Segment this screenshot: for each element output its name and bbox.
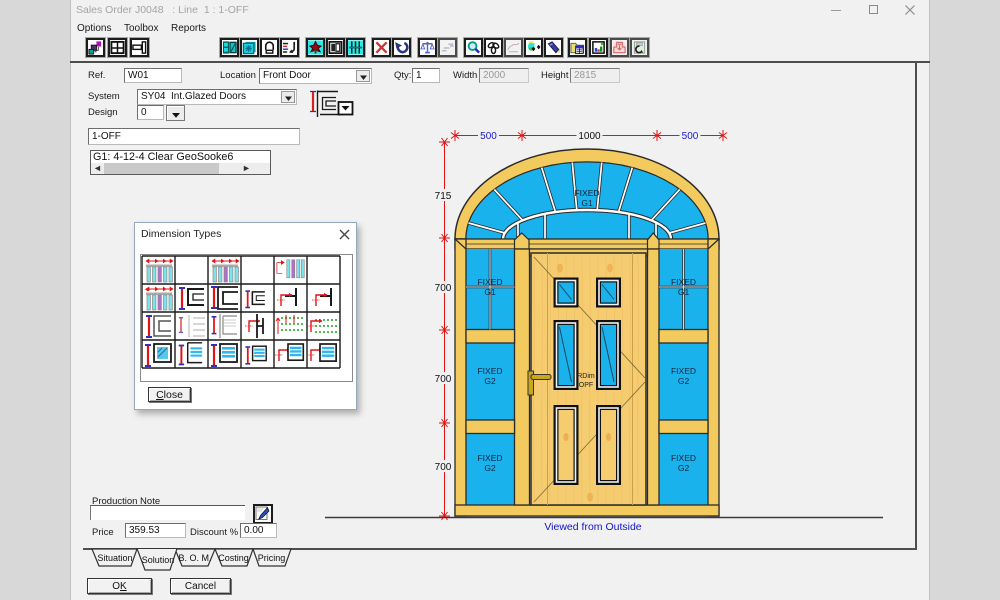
svg-text:715: 715	[435, 191, 452, 202]
svg-text:FIXED: FIXED	[671, 366, 696, 376]
svg-text:FIXED: FIXED	[477, 277, 502, 287]
svg-text:700: 700	[435, 374, 452, 385]
svg-text:RDim: RDim	[577, 373, 595, 380]
svg-text:OPF: OPF	[579, 382, 593, 389]
svg-text:G1: G1	[678, 287, 690, 297]
svg-text:Situation: Situation	[97, 553, 132, 563]
svg-text:G2: G2	[484, 376, 496, 386]
svg-text:FIXED: FIXED	[574, 188, 599, 198]
svg-text:700: 700	[435, 283, 452, 294]
svg-text:FIXED: FIXED	[477, 366, 502, 376]
svg-text:FIXED: FIXED	[477, 453, 502, 463]
svg-text:FIXED: FIXED	[671, 277, 696, 287]
svg-text:500: 500	[480, 131, 497, 142]
svg-text:G2: G2	[678, 463, 690, 473]
svg-text:1000: 1000	[578, 131, 601, 142]
svg-text:700: 700	[435, 462, 452, 473]
svg-text:Viewed from Outside: Viewed from Outside	[544, 521, 641, 533]
svg-text:G2: G2	[484, 463, 496, 473]
svg-text:G2: G2	[678, 376, 690, 386]
svg-text:G1: G1	[581, 198, 593, 208]
svg-text:Costing: Costing	[218, 553, 249, 563]
svg-text:Pricing: Pricing	[258, 553, 286, 563]
svg-text:Solution: Solution	[142, 555, 175, 565]
svg-text:FIXED: FIXED	[671, 453, 696, 463]
svg-text:500: 500	[682, 131, 699, 142]
svg-text:G1: G1	[484, 287, 496, 297]
svg-text:B. O. M.: B. O. M.	[178, 553, 211, 563]
